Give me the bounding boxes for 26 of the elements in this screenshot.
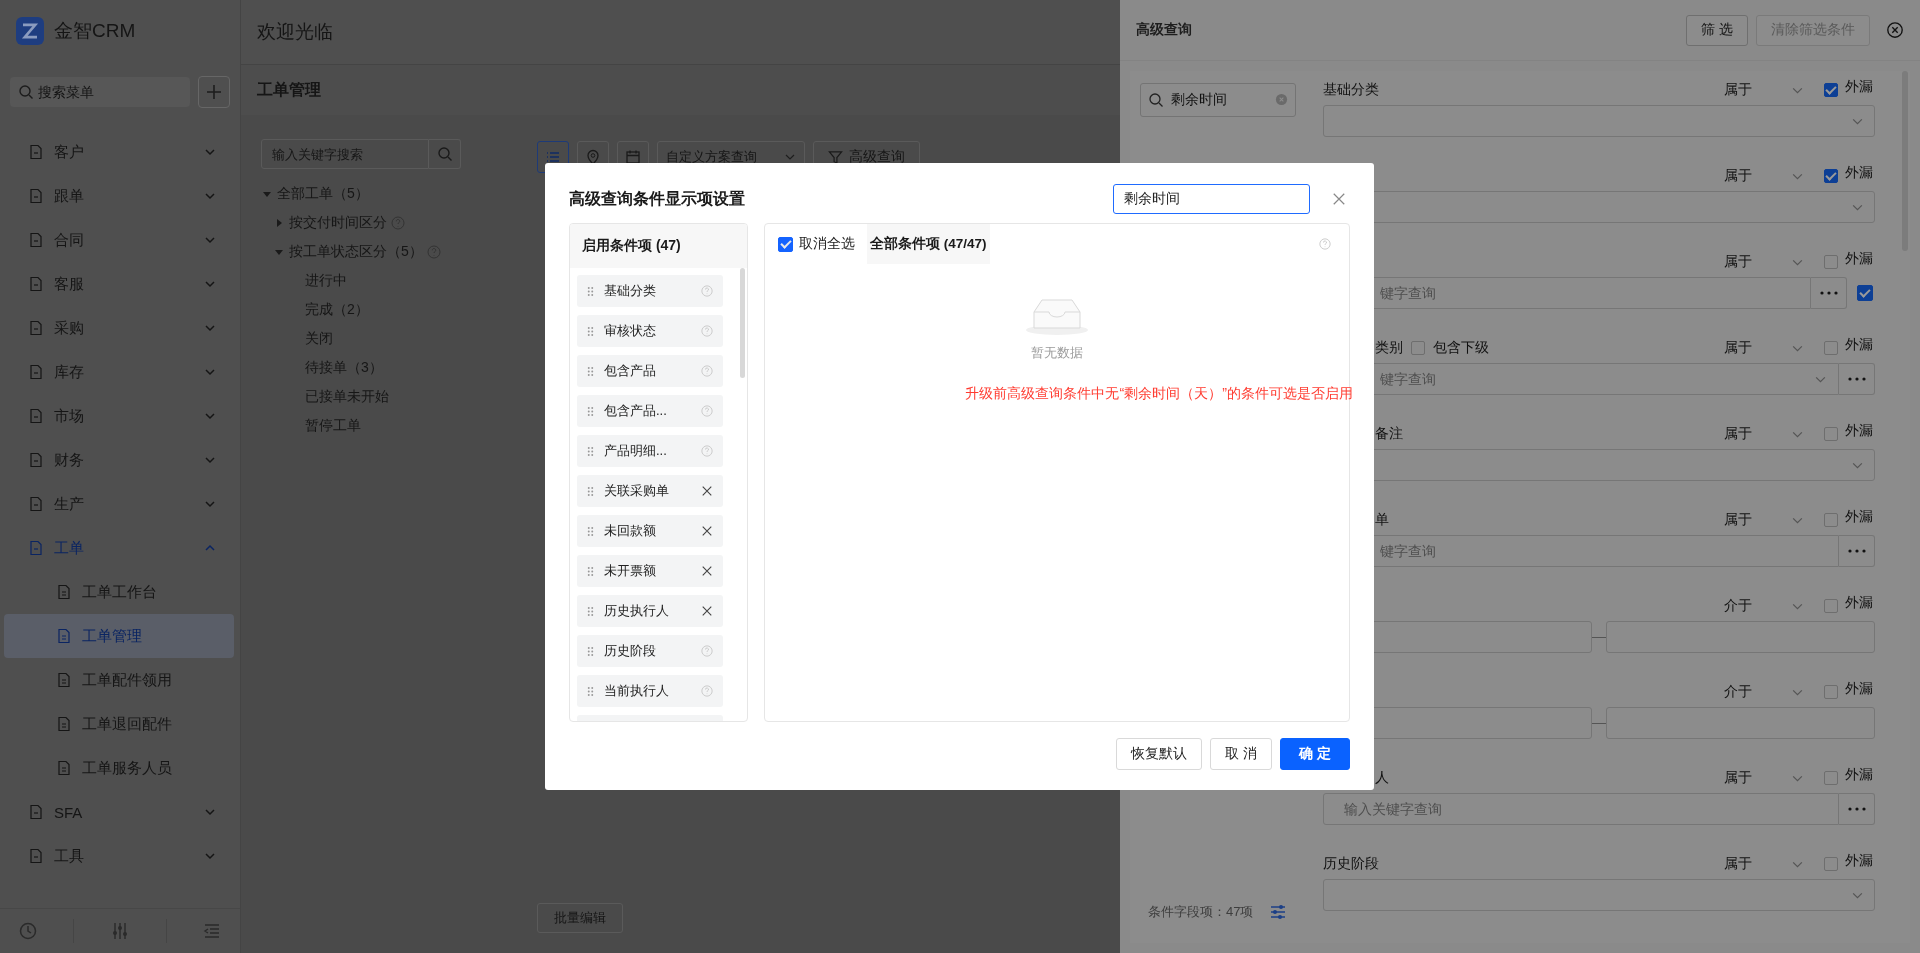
checkbox-label: 外漏 (1845, 680, 1874, 698)
drawer-title: 高级查询 (1136, 21, 1192, 39)
checkbox-label: 外漏 (1845, 78, 1874, 96)
page-title: 工单管理 (257, 79, 321, 100)
checkbox-label: 包含下级 (1433, 339, 1489, 357)
checkbox-label: 外漏 (1845, 336, 1874, 354)
checkbox-label: 外漏 (1845, 852, 1874, 870)
empty-text: 暂无数据 (1031, 344, 1083, 362)
field-count: 条件字段项：47项 (1148, 903, 1254, 921)
panel-title: 启用条件项 (47) (582, 237, 681, 255)
checkbox-label: 外漏 (1845, 250, 1874, 268)
checkbox-label: 外漏 (1845, 422, 1874, 440)
dialog-title: 高级查询条件显示项设置 (569, 188, 746, 209)
app-name: 金智CRM (54, 19, 136, 43)
checkbox-label: 外漏 (1845, 164, 1874, 182)
field-label: 备注 (1375, 425, 1403, 443)
field-label: 基础分类 (1323, 81, 1379, 99)
field-label: 类别 (1375, 339, 1403, 357)
field-label: 单 (1375, 511, 1389, 529)
checkbox-label: 外漏 (1845, 766, 1874, 784)
header-title: 欢迎光临 (257, 20, 333, 44)
checkbox-label: 外漏 (1845, 508, 1874, 526)
field-label: 人 (1375, 769, 1389, 787)
field-label: 历史阶段 (1323, 855, 1379, 873)
checkbox-label: 取消全选 (799, 235, 855, 253)
checkbox-label: 外漏 (1845, 594, 1874, 612)
